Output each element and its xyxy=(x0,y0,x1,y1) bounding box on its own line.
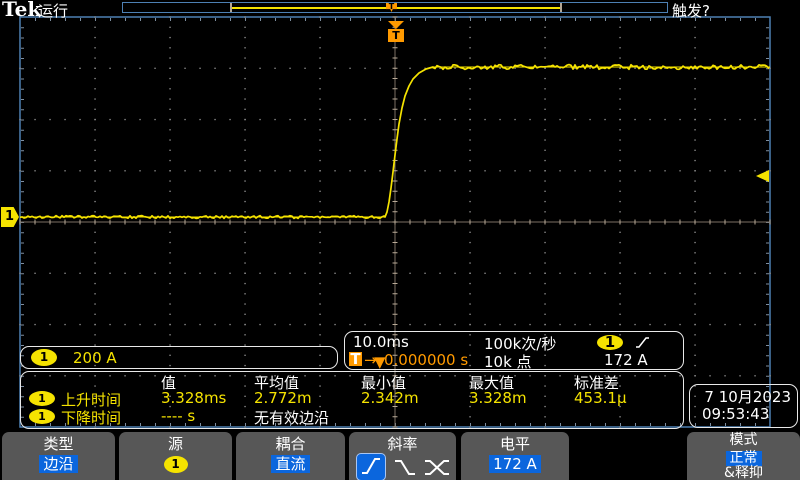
menu-source-channel-badge: 1 xyxy=(164,456,188,473)
menu-type-value: 边沿 xyxy=(39,455,77,473)
trigger-level-arrow-icon[interactable] xyxy=(756,170,769,182)
either-edge-icon[interactable] xyxy=(424,457,450,477)
trigger-t-icon: T xyxy=(349,352,362,366)
menu-mode-label: 模式 xyxy=(687,433,800,448)
measurement-row1-value: 3.328ms xyxy=(161,389,226,407)
menu-type-label: 类型 xyxy=(2,436,115,452)
rising-edge-icon xyxy=(635,336,650,349)
date-readout: 7 10月2023 xyxy=(704,386,791,407)
acquisition-status: 运行 xyxy=(38,0,68,21)
measurement-row1-max: 3.328m xyxy=(469,389,527,407)
falling-edge-icon[interactable] xyxy=(393,457,417,477)
horizontal-trigger-readout: 10.0ms 100k次/秒 1 T → ▼ 0.000000 s 10k 点 … xyxy=(344,331,684,370)
trigger-level-readout: 172 A xyxy=(604,351,648,369)
menu-mode-value2: &释抑 xyxy=(687,466,800,480)
menu-coupling-value: 直流 xyxy=(271,455,309,473)
measurement-row1-mean: 2.772m xyxy=(254,389,312,407)
tek-logo: Tek xyxy=(2,0,41,21)
menu-level-value: 172 A xyxy=(489,455,541,473)
record-view-bar: T xyxy=(122,2,668,13)
menu-coupling-label: 耦合 xyxy=(236,436,345,452)
timebase-readout: 10.0ms xyxy=(353,333,409,351)
menu-coupling[interactable]: 耦合 直流 xyxy=(236,432,345,480)
record-length-readout: 10k 点 xyxy=(484,351,532,372)
oscilloscope-screen: Tek 运行 T 触发? 1 T 1 200 A 10.0ms 100k次/秒 … xyxy=(0,0,800,480)
trigger-status: 触发? xyxy=(672,0,710,21)
menu-mode-value: 正常 xyxy=(726,451,762,466)
channel1-scale: 200 A xyxy=(73,349,117,367)
rising-edge-icon xyxy=(360,456,382,476)
trigger-source-badge: 1 xyxy=(597,335,623,350)
measurement-row2-status: 无有效边沿 xyxy=(254,407,329,428)
menu-slope-label: 斜率 xyxy=(349,436,456,452)
menu-source-label: 源 xyxy=(119,436,232,452)
measurement-row2-badge: 1 xyxy=(29,409,55,424)
datetime-box: 7 10月2023 09:53:43 xyxy=(689,384,798,428)
menu-type[interactable]: 类型 边沿 xyxy=(2,432,115,480)
menu-source[interactable]: 源 1 xyxy=(119,432,232,480)
time-readout: 09:53:43 xyxy=(702,405,769,423)
measurement-row2-name: 下降时间 xyxy=(61,407,121,428)
slope-rising-option[interactable] xyxy=(356,453,386,480)
trigger-position-marker[interactable]: T xyxy=(388,29,404,42)
measurement-row1-min: 2.342m xyxy=(361,389,419,407)
menu-slope[interactable]: 斜率 xyxy=(349,432,456,480)
menu-level[interactable]: 电平 172 A xyxy=(461,432,569,480)
measurement-row1-stddev: 453.1µ xyxy=(574,389,627,407)
trigger-position-mini-marker: T xyxy=(386,3,397,12)
trigger-delay-readout: 0.000000 s xyxy=(384,351,468,369)
channel1-badge: 1 xyxy=(31,349,57,366)
channel1-readout: 1 200 A xyxy=(20,346,338,369)
menu-mode[interactable]: 模式 正常 &释抑 xyxy=(687,432,800,480)
menu-level-label: 电平 xyxy=(461,436,569,452)
trigger-position-marker-arrow-icon[interactable] xyxy=(388,21,404,29)
measurement-table: 值 平均值 最小值 最大值 标准差 1 上升时间 3.328ms 2.772m … xyxy=(20,371,684,429)
measurement-row1-badge: 1 xyxy=(29,391,55,406)
record-window-right-bracket xyxy=(560,3,562,12)
record-window-left-bracket xyxy=(230,3,232,12)
measurement-row2-value: ---- s xyxy=(161,407,195,425)
